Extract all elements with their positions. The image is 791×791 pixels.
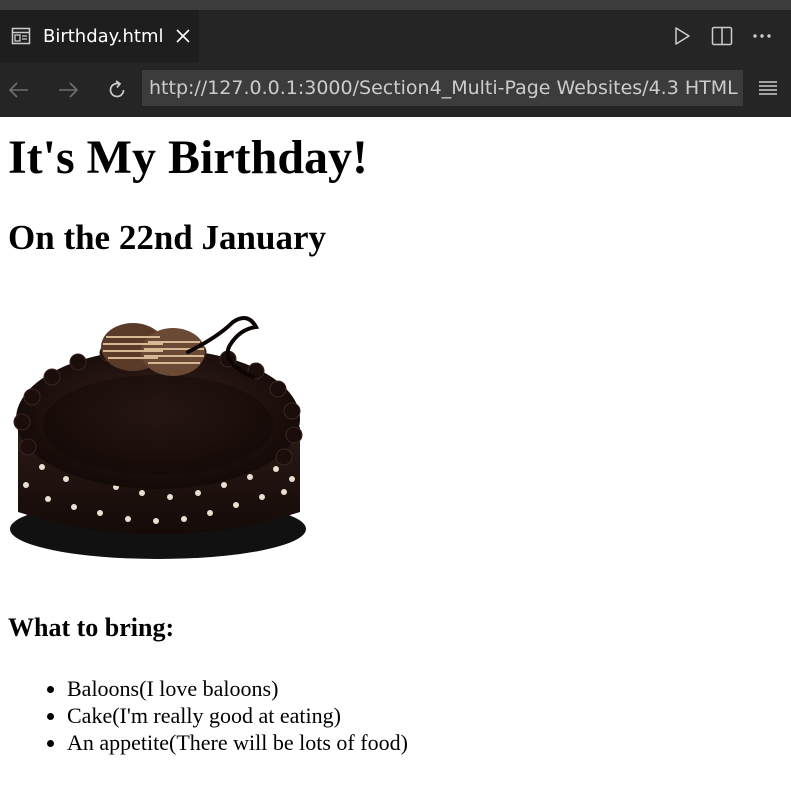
editor-actions [671, 10, 773, 62]
reload-icon[interactable] [104, 77, 130, 103]
list-item: Baloons(I love baloons) [67, 675, 408, 702]
menu-icon[interactable] [755, 75, 781, 101]
window-top-strip [0, 0, 791, 10]
tab-bar: Birthday.html [0, 10, 791, 62]
forward-arrow-icon[interactable] [55, 77, 81, 103]
date-heading: On the 22nd January [8, 218, 326, 257]
list-item: Cake(I'm really good at eating) [67, 702, 408, 729]
tab-label: Birthday.html [43, 25, 164, 47]
url-input[interactable]: http://127.0.0.1:3000/Section4_Multi-Pag… [142, 70, 743, 106]
bring-list: Baloons(I love baloons) Cake(I'm really … [8, 675, 408, 756]
split-editor-icon[interactable] [711, 25, 733, 47]
more-icon[interactable] [751, 25, 773, 47]
page-title: It's My Birthday! [8, 131, 368, 184]
page-content: It's My Birthday! On the 22nd January Wh… [0, 117, 791, 791]
preview-icon [11, 25, 33, 47]
close-icon[interactable] [175, 27, 193, 45]
list-item: An appetite(There will be lots of food) [67, 729, 408, 756]
play-icon[interactable] [671, 25, 693, 47]
tab-birthday[interactable]: Birthday.html [0, 10, 199, 62]
back-arrow-icon[interactable] [6, 77, 32, 103]
bring-heading: What to bring: [8, 613, 175, 642]
cake-image [10, 316, 306, 559]
